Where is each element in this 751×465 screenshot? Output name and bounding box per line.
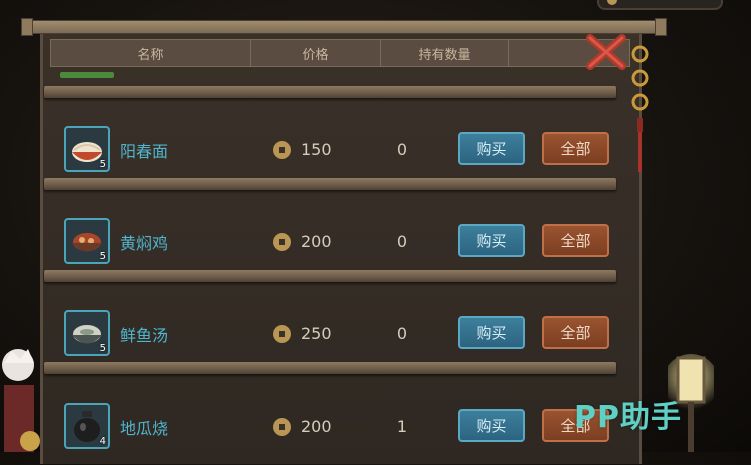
- watermark-text: PP助手: [574, 400, 682, 435]
- item-price: 200: [301, 417, 332, 436]
- header-name: 名称: [51, 40, 251, 66]
- item-qty: 4: [99, 436, 106, 447]
- item-slot[interactable]: 4: [64, 403, 110, 449]
- shop-item-row: 5 黄焖鸡 200 0 购买 全部: [54, 200, 614, 280]
- item-owned: 0: [396, 140, 408, 159]
- item-name: 黄焖鸡: [120, 234, 169, 253]
- header-price: 价格: [251, 40, 381, 66]
- buy-button[interactable]: 购买: [458, 224, 525, 257]
- item-owned: 1: [396, 417, 408, 436]
- partial-item-edge: [60, 72, 114, 78]
- item-price: 250: [301, 324, 332, 343]
- item-slot[interactable]: 5: [64, 126, 110, 172]
- buy-button[interactable]: 购买: [458, 132, 525, 165]
- item-qty: 5: [99, 251, 106, 262]
- coin-icon: [273, 325, 291, 343]
- shop-item-row: 4 地瓜烧 200 1 购买 全部: [54, 385, 614, 465]
- buy-all-button[interactable]: 全部: [542, 316, 609, 349]
- item-price: 200: [301, 232, 332, 251]
- npc-character: [0, 345, 42, 452]
- coin-icon: [607, 0, 617, 5]
- buy-button[interactable]: 购买: [458, 409, 525, 442]
- item-owned: 0: [396, 232, 408, 251]
- shop-item-row: 5 阳春面 150 0 购买 全部: [54, 108, 614, 188]
- buy-all-button[interactable]: 全部: [542, 132, 609, 165]
- hanging-chain-decoration: [628, 36, 652, 186]
- close-icon: [586, 34, 626, 70]
- item-name: 鲜鱼汤: [120, 326, 169, 345]
- coin-icon: [273, 418, 291, 436]
- item-owned: 0: [396, 324, 408, 343]
- header-owned: 持有数量: [381, 40, 509, 66]
- buy-all-button[interactable]: 全部: [542, 224, 609, 257]
- item-qty: 5: [99, 159, 106, 170]
- coin-icon: [273, 141, 291, 159]
- item-qty: 5: [99, 343, 106, 354]
- item-slot[interactable]: 5: [64, 310, 110, 356]
- item-name: 阳春面: [120, 142, 169, 161]
- currency-display: [597, 0, 723, 10]
- panel-top-rod: [21, 18, 667, 36]
- item-name: 地瓜烧: [120, 419, 169, 438]
- coin-icon: [273, 233, 291, 251]
- buy-button[interactable]: 购买: [458, 316, 525, 349]
- item-price: 150: [301, 140, 332, 159]
- table-header: 名称 价格 持有数量: [50, 39, 630, 67]
- shop-item-row: 5 鲜鱼汤 250 0 购买 全部: [54, 292, 614, 372]
- item-slot[interactable]: 5: [64, 218, 110, 264]
- close-button[interactable]: [584, 32, 628, 72]
- shelf-divider: [44, 86, 616, 98]
